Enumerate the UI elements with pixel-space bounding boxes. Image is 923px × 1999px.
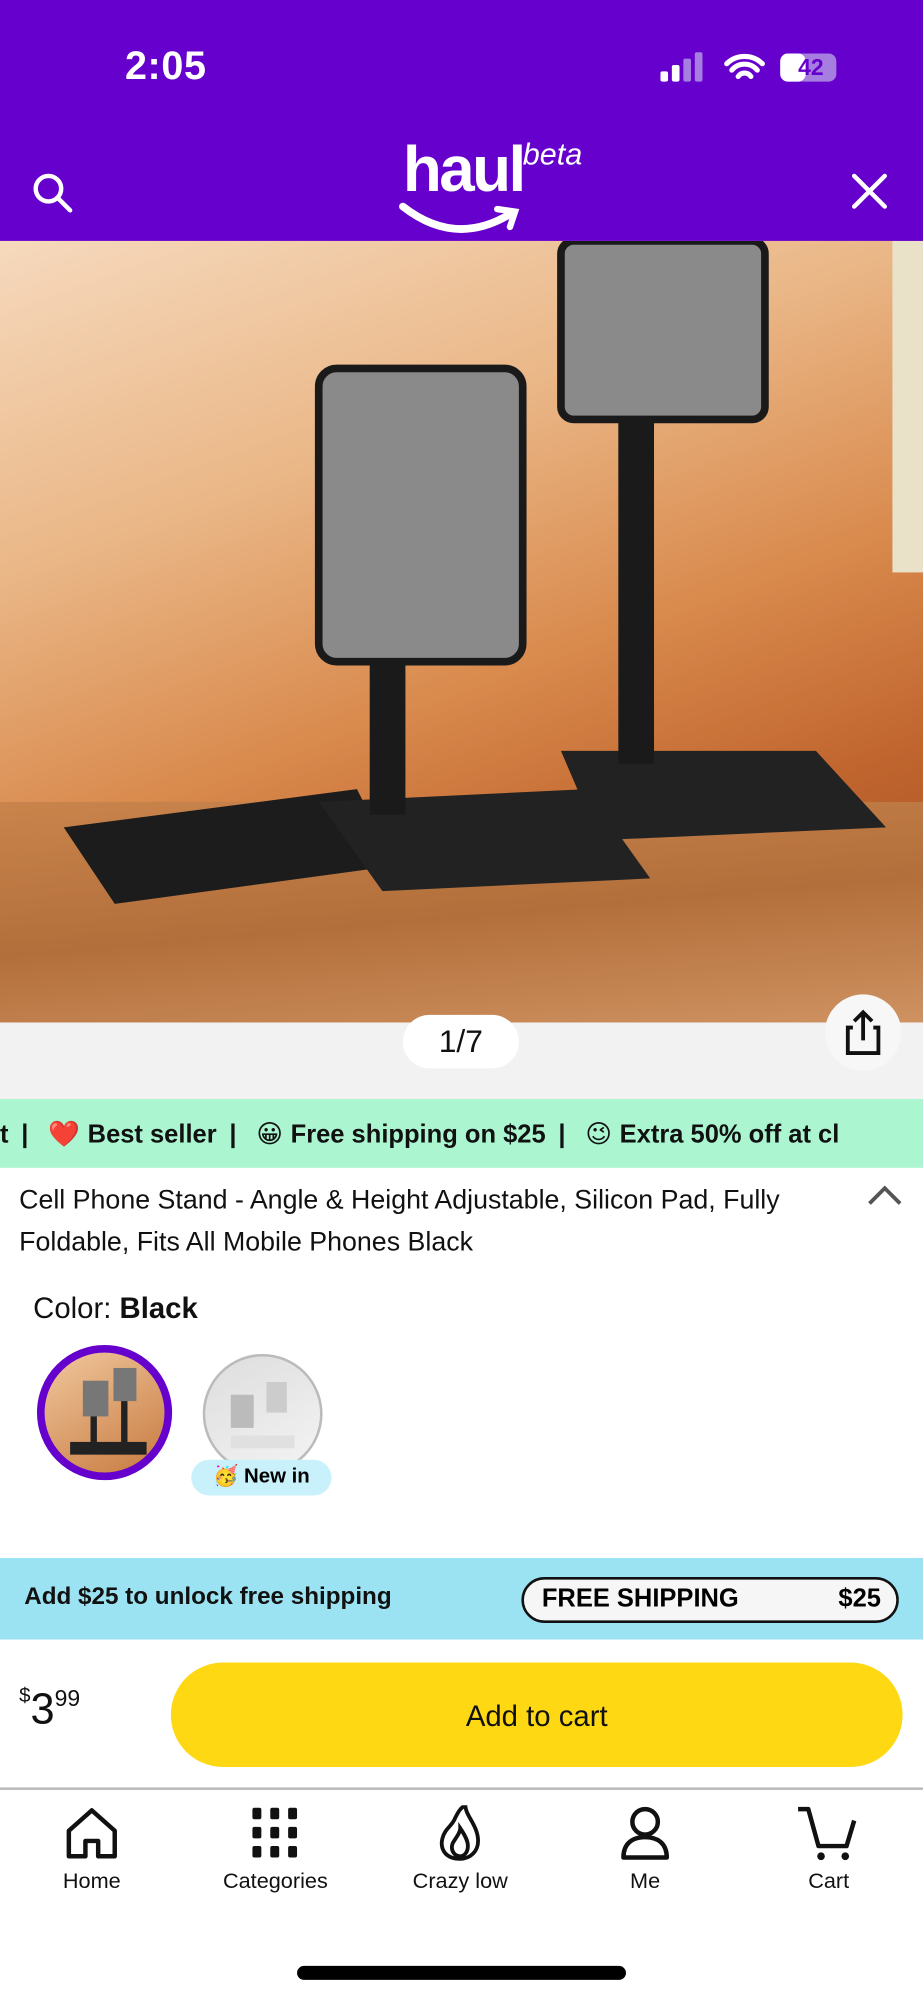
swatch-thumb [70, 1367, 147, 1455]
flame-icon [439, 1805, 480, 1861]
ticker-item: t [0, 1120, 9, 1149]
nav-categories[interactable]: Categories [205, 1805, 345, 1894]
nav-crazy-low[interactable]: Crazy low [390, 1805, 530, 1894]
person-icon [621, 1806, 670, 1860]
phone-stands-illustration [63, 240, 923, 904]
grid-icon [252, 1807, 298, 1858]
home-icon [66, 1808, 117, 1859]
color-label: Color: Black [33, 1291, 198, 1325]
shipping-message: Add $25 to unlock free shipping [24, 1583, 392, 1611]
product-title: Cell Phone Stand - Angle & Height Adjust… [19, 1185, 780, 1258]
product-image[interactable] [0, 240, 923, 1023]
new-in-badge: 🥳 New in [191, 1459, 332, 1496]
nav-cart[interactable]: Cart [759, 1805, 899, 1894]
chevron-up-icon[interactable] [864, 1181, 905, 1212]
logo: haul [402, 133, 526, 206]
wink-emoji-icon: 😉 [585, 1120, 612, 1149]
nav-me[interactable]: Me [575, 1805, 715, 1894]
cart-icon [798, 1806, 857, 1861]
swatch-black[interactable] [36, 1345, 173, 1481]
add-to-cart-button[interactable]: Add to cart [170, 1662, 903, 1768]
app-header: 2:05 42 haul beta [0, 0, 923, 241]
share-icon [845, 1009, 881, 1055]
ticker-item: Best seller [87, 1120, 217, 1149]
nav-home[interactable]: Home [22, 1805, 162, 1894]
price: $399 [19, 1685, 81, 1734]
promo-ticker: t | ❤️ Best seller | 😀 Free shipping on $25 |… [0, 1098, 923, 1168]
heart-icon: ❤️ [48, 1120, 80, 1149]
search-icon[interactable] [31, 171, 77, 217]
image-counter: 1/7 [402, 1014, 519, 1069]
battery-level: 42 [798, 54, 824, 81]
divider [0, 1787, 923, 1790]
selected-color: Black [119, 1291, 198, 1325]
smile-emoji-icon: 😀 [256, 1120, 283, 1149]
swatch-thumb [230, 1381, 295, 1449]
status-time: 2:05 [124, 43, 207, 88]
ticker-item: Extra 50% off at cl [619, 1120, 840, 1149]
ticker-item: Free shipping on $25 [290, 1120, 546, 1149]
swatch-white[interactable] [202, 1353, 323, 1474]
home-indicator [297, 1965, 626, 1980]
smile-logo-icon [399, 202, 520, 233]
close-icon[interactable] [849, 171, 890, 212]
share-button[interactable] [824, 994, 902, 1071]
free-shipping-pill[interactable]: FREE SHIPPING $25 [521, 1577, 899, 1623]
logo-badge: beta [522, 137, 583, 173]
